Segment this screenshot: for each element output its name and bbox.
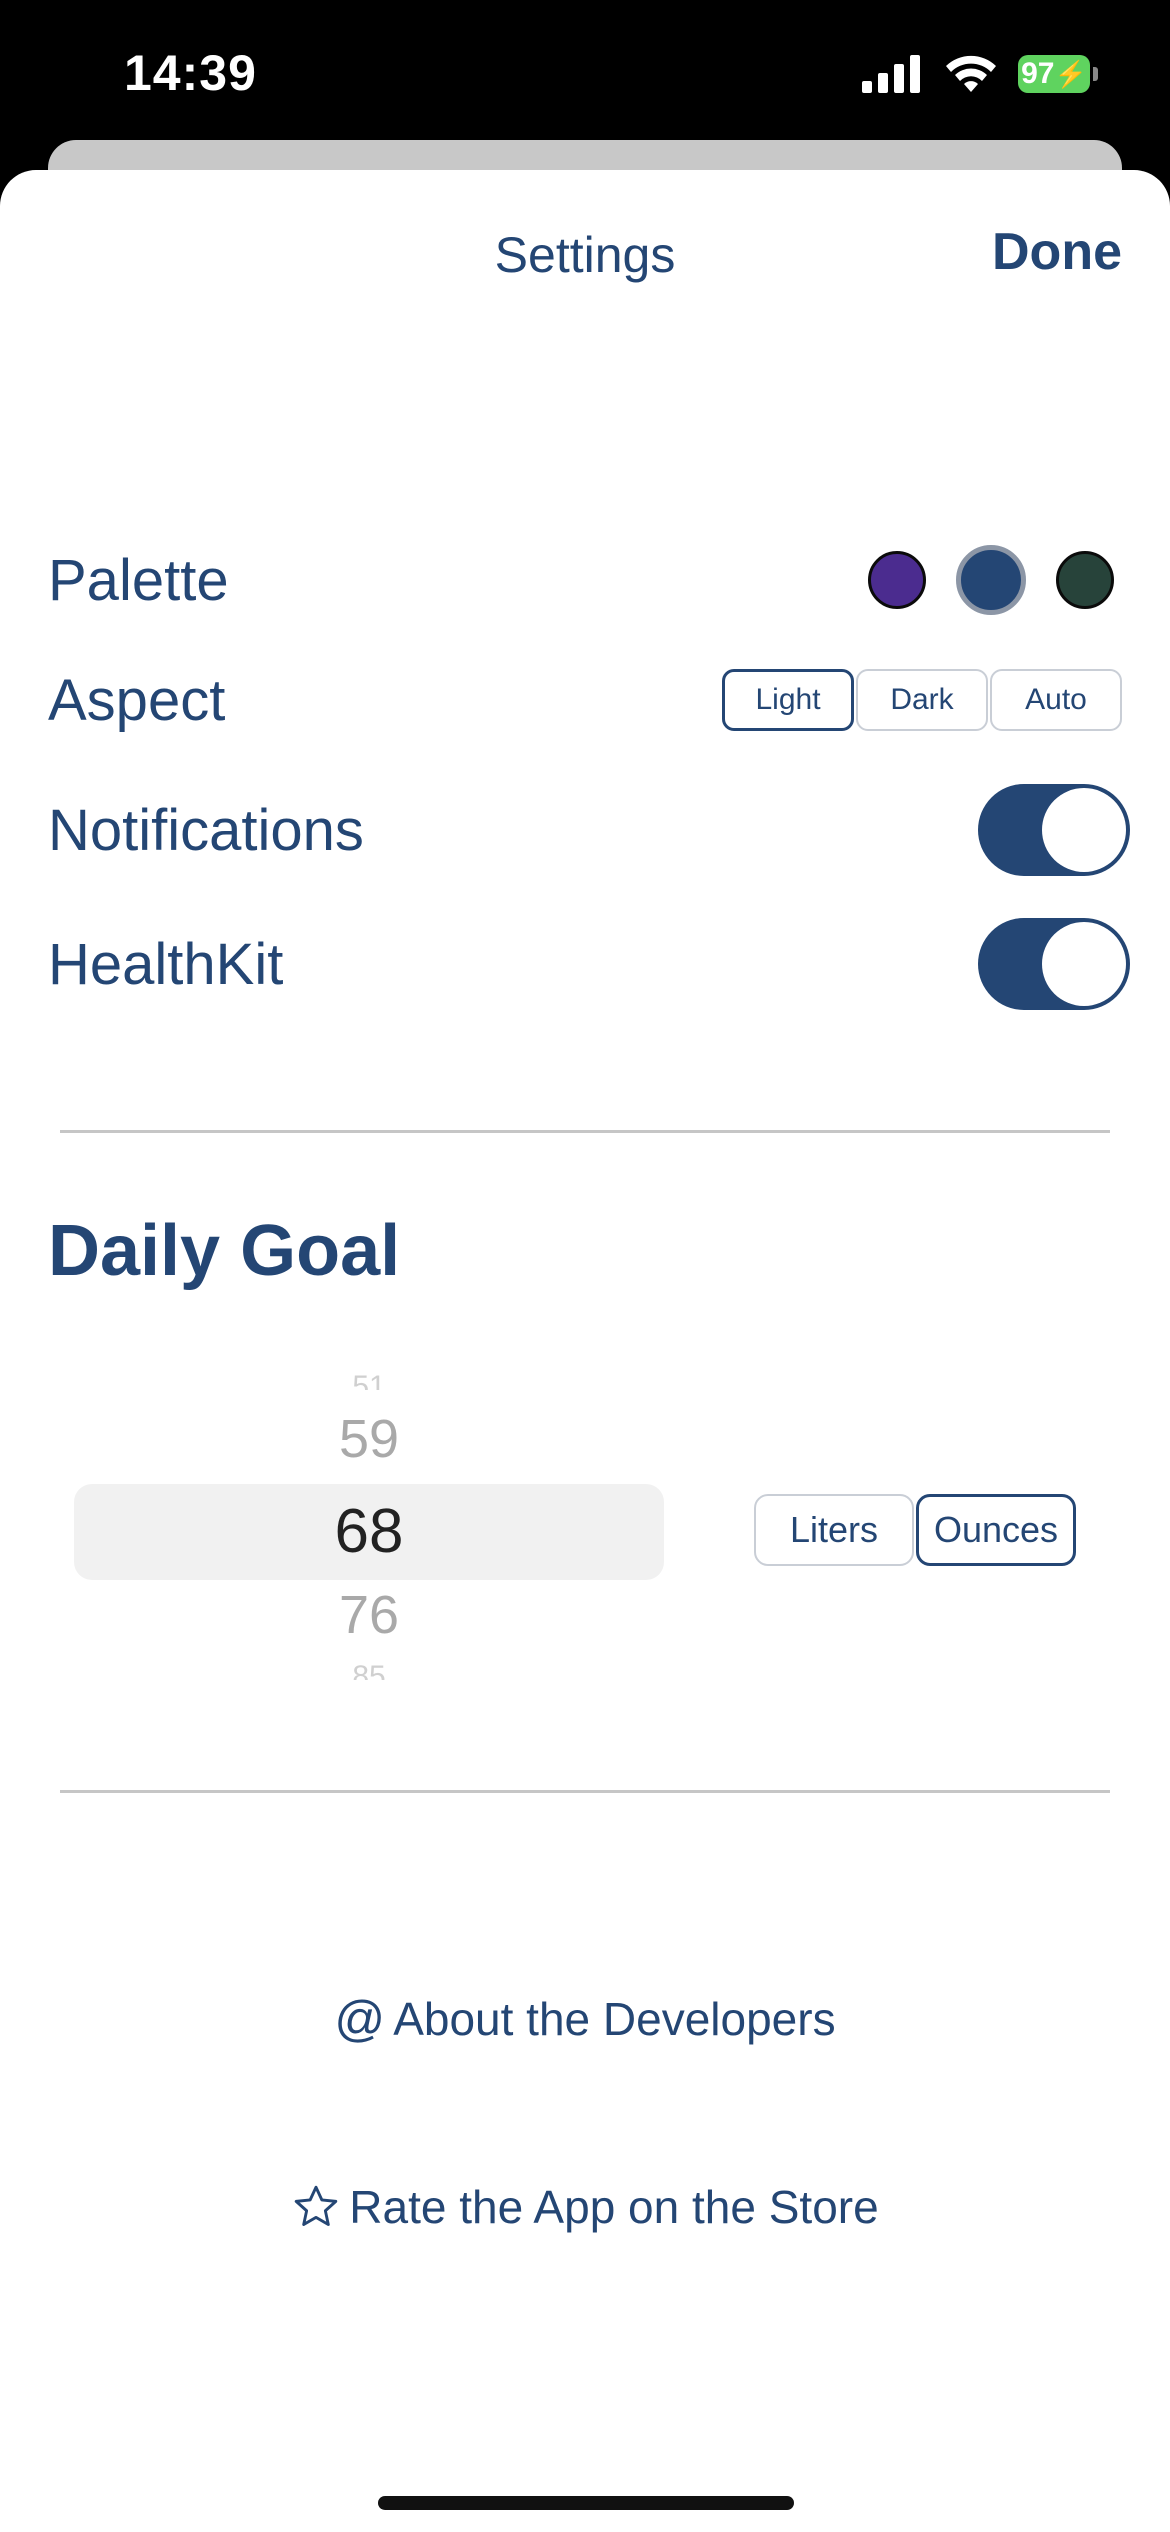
palette-swatch-purple[interactable] xyxy=(868,551,926,609)
status-time: 14:39 xyxy=(124,45,257,101)
daily-goal-title: Daily Goal xyxy=(48,1211,401,1291)
healthkit-row: HealthKit xyxy=(48,914,1130,1014)
palette-swatch-blue[interactable] xyxy=(956,545,1026,615)
status-bar: 14:39 97 ⚡ xyxy=(0,0,1170,140)
picker-item: 51 xyxy=(352,1370,386,1390)
about-developers-label: About the Developers xyxy=(393,1993,836,2045)
battery-level: 97 xyxy=(1021,57,1055,90)
palette-swatches xyxy=(868,545,1122,615)
palette-swatch-green[interactable] xyxy=(1056,551,1114,609)
palette-row: Palette xyxy=(48,530,1122,630)
notifications-label: Notifications xyxy=(48,797,364,863)
toggle-knob xyxy=(1042,788,1126,872)
palette-label: Palette xyxy=(48,547,229,613)
picker-item: 76 xyxy=(338,1585,400,1645)
settings-sheet: Settings Done Palette Aspect Light Dark … xyxy=(0,170,1170,2532)
charging-bolt-icon: ⚡ xyxy=(1054,58,1087,89)
status-icons: 97 ⚡ xyxy=(862,54,1098,94)
cellular-signal-icon xyxy=(862,55,920,93)
notifications-toggle[interactable] xyxy=(978,784,1130,876)
rate-app-label: Rate the App on the Store xyxy=(349,2181,879,2233)
picker-selected-item: 68 xyxy=(334,1497,404,1566)
healthkit-label: HealthKit xyxy=(48,931,284,997)
aspect-option-auto[interactable]: Auto xyxy=(990,669,1122,731)
aspect-option-light[interactable]: Light xyxy=(722,669,854,731)
picker-item: 85 xyxy=(352,1660,386,1680)
star-icon xyxy=(295,2185,338,2226)
healthkit-toggle[interactable] xyxy=(978,918,1130,1010)
unit-option-ounces[interactable]: Ounces xyxy=(916,1494,1076,1566)
aspect-label: Aspect xyxy=(48,667,226,733)
toggle-knob xyxy=(1042,922,1126,1006)
aspect-option-dark[interactable]: Dark xyxy=(856,669,988,731)
divider xyxy=(60,1130,1110,1133)
rate-app-link[interactable]: Rate the App on the Store xyxy=(0,2180,1170,2234)
aspect-segmented-control: Light Dark Auto xyxy=(720,669,1122,731)
done-button[interactable]: Done xyxy=(992,222,1122,282)
goal-picker-wheel[interactable]: 51 59 68 76 85 xyxy=(74,1370,664,1690)
home-indicator xyxy=(378,2496,794,2510)
unit-option-liters[interactable]: Liters xyxy=(754,1494,914,1566)
wifi-icon xyxy=(946,55,996,92)
notifications-row: Notifications xyxy=(48,780,1130,880)
aspect-row: Aspect Light Dark Auto xyxy=(48,650,1122,750)
divider xyxy=(60,1790,1110,1793)
unit-segmented-control: Liters Ounces xyxy=(752,1494,1076,1566)
about-developers-link[interactable]: @ About the Developers xyxy=(0,1990,1170,2048)
picker-item: 59 xyxy=(338,1409,400,1469)
battery-indicator: 97 ⚡ xyxy=(1018,55,1098,93)
at-icon: @ xyxy=(334,1991,386,2047)
